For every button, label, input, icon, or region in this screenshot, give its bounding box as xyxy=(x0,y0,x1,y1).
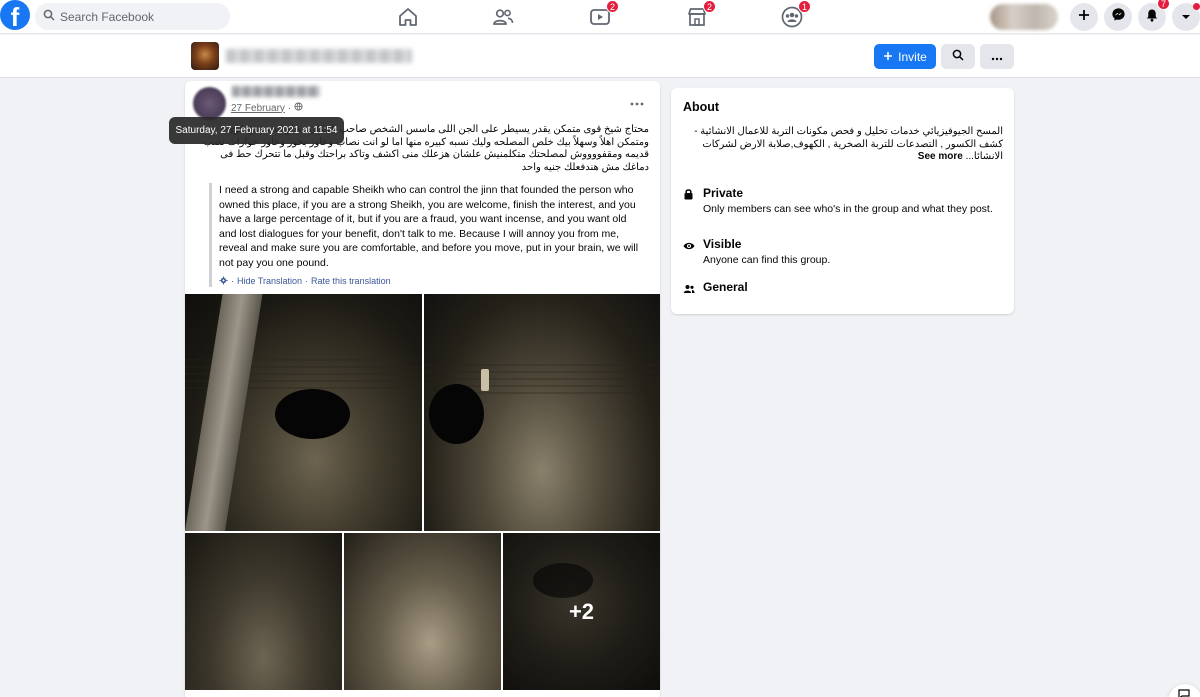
chat-bubble-button[interactable] xyxy=(1168,684,1200,697)
link-separator: · xyxy=(231,276,234,287)
rate-translation-link[interactable]: Rate this translation xyxy=(311,276,391,286)
eye-icon xyxy=(683,237,695,267)
translation-links: · Hide Translation · Rate this translati… xyxy=(219,276,644,287)
marketplace-icon[interactable]: 2 xyxy=(685,0,716,29)
invite-label: Invite xyxy=(898,49,927,64)
post-photo-3[interactable] xyxy=(185,533,342,690)
alert-dot xyxy=(1193,3,1200,10)
author-avatar[interactable] xyxy=(193,87,226,120)
author-name-redacted[interactable] xyxy=(232,86,320,97)
date-tooltip: Saturday, 27 February 2021 at 11:54 xyxy=(169,117,344,144)
globe-icon xyxy=(294,102,303,114)
messenger-icon xyxy=(1111,7,1126,27)
dark-object xyxy=(429,384,484,444)
visibility-description: Anyone can find this group. xyxy=(703,254,831,266)
link-separator: · xyxy=(305,276,309,287)
account-menu-button[interactable] xyxy=(1172,3,1200,31)
home-icon[interactable] xyxy=(396,5,420,29)
notifications-badge: 7 xyxy=(1156,0,1170,10)
privacy-description: Only members can see who's in the group … xyxy=(703,203,993,215)
post-date-link[interactable]: 27 February xyxy=(231,103,285,114)
visibility-row: Visible Anyone can find this group. xyxy=(683,237,993,267)
more-photos-overlay[interactable]: +2 xyxy=(503,533,660,690)
search-input[interactable] xyxy=(60,9,220,24)
messenger-button[interactable] xyxy=(1104,3,1132,31)
profile-avatar[interactable] xyxy=(990,4,1058,30)
hide-translation-link[interactable]: Hide Translation xyxy=(237,276,302,286)
category-title: General xyxy=(703,280,748,294)
visibility-title: Visible xyxy=(703,237,742,251)
lock-icon xyxy=(683,186,695,216)
about-description: المسح الجيوفيزيائي خدمات تحليل و فحص مكو… xyxy=(683,126,1003,164)
group-header-bar: Invite xyxy=(0,35,1200,78)
privacy-row: Private Only members can see who's in th… xyxy=(683,186,993,216)
search-icon xyxy=(952,48,964,66)
more-dots-icon xyxy=(991,48,1003,66)
groups-badge: 1 xyxy=(797,0,811,13)
about-title: About xyxy=(683,100,720,114)
create-button[interactable] xyxy=(1070,3,1098,31)
category-row: General xyxy=(683,280,748,299)
see-more-link[interactable]: See more xyxy=(918,151,963,162)
group-thumbnail[interactable] xyxy=(191,42,219,70)
marketplace-badge: 2 xyxy=(702,0,716,13)
post-photo-4[interactable] xyxy=(344,533,501,690)
watch-badge: 2 xyxy=(605,0,619,13)
people-icon xyxy=(683,280,695,299)
post-meta: 27 February · xyxy=(231,102,303,114)
search-box[interactable] xyxy=(35,3,230,30)
invite-button[interactable]: Invite xyxy=(874,44,936,69)
group-name-redacted xyxy=(226,49,412,63)
privacy-title: Private xyxy=(703,186,744,200)
post-options-button[interactable] xyxy=(630,93,644,111)
post-card: 27 February · محتاج شيخ قوى متمكن يقدر ي… xyxy=(185,81,660,697)
notifications-button[interactable]: 7 xyxy=(1138,0,1170,31)
wooden-pillar xyxy=(185,294,263,531)
groups-icon[interactable]: 1 xyxy=(780,0,811,29)
bell-icon xyxy=(1145,8,1159,27)
group-search-button[interactable] xyxy=(941,44,975,69)
post-photo-1[interactable] xyxy=(185,294,422,531)
more-dots-icon xyxy=(630,93,644,110)
gear-icon xyxy=(219,276,228,287)
top-navigation: f 2 2 1 7 xyxy=(0,0,1200,34)
caret-down-icon xyxy=(1181,8,1191,26)
plus-icon xyxy=(883,50,893,64)
dark-object xyxy=(275,389,350,439)
translation-block: I need a strong and capable Sheikh who c… xyxy=(209,183,644,287)
facebook-logo-icon[interactable]: f xyxy=(0,0,30,30)
meta-separator: · xyxy=(287,102,292,114)
translation-text: I need a strong and capable Sheikh who c… xyxy=(219,184,639,269)
watch-icon[interactable]: 2 xyxy=(588,0,619,29)
about-card: About المسح الجيوفيزيائي خدمات تحليل و ف… xyxy=(671,88,1014,314)
light-object xyxy=(481,369,489,391)
search-icon xyxy=(43,8,55,26)
friends-icon[interactable] xyxy=(491,5,515,29)
edit-icon xyxy=(1178,689,1190,697)
plus-icon xyxy=(1078,8,1090,26)
group-more-button[interactable] xyxy=(980,44,1014,69)
post-photo-2[interactable] xyxy=(424,294,660,531)
